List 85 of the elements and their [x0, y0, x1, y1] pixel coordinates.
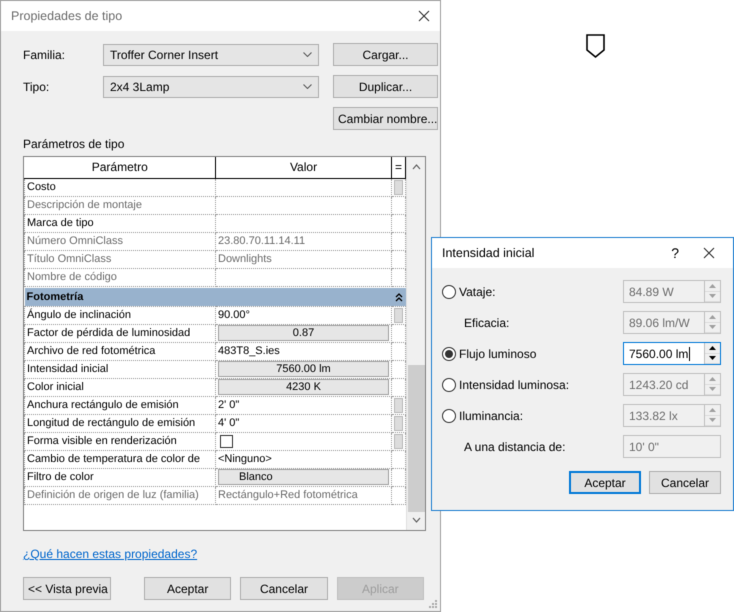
field-label: Tipo: [23, 78, 50, 96]
field-label: Intensidad luminosa: [459, 376, 570, 394]
help-button[interactable]: ? [671, 246, 679, 260]
down-arrow-icon [709, 387, 716, 392]
associate-parameter-button[interactable] [394, 180, 403, 194]
field-label: Flujo luminoso [459, 346, 536, 362]
caret-icon [303, 52, 312, 57]
value-cell: 23.80.70.11.14.11 [216, 232, 392, 250]
parameter-name: Ángulo de inclinación [24, 306, 216, 324]
parameter-name: Forma visible en renderización [24, 432, 216, 450]
resize-grip-icon[interactable] [428, 599, 438, 609]
parameter-name: Número OmniClass [24, 232, 216, 250]
scrollbar-thumb[interactable] [408, 365, 424, 512]
parameter-name: Intensidad inicial [24, 360, 216, 378]
value-button[interactable]: 4230 K [218, 379, 389, 395]
dropdown-field[interactable]: 2x4 3Lamp [103, 76, 319, 98]
field-label: Iluminancia: [459, 408, 524, 424]
side-button[interactable]: Duplicar... [333, 75, 438, 98]
value-cell: 90.00° [216, 306, 392, 324]
parameter-name: Descripción de montaje [24, 196, 216, 214]
dropdown-field[interactable]: Troffer Corner Insert [103, 44, 319, 66]
down-arrow-icon [709, 356, 716, 360]
parameter-name: Filtro de color [24, 468, 216, 486]
caret-icon [303, 84, 312, 89]
value-cell: Rectángulo+Red fotométrica [216, 486, 392, 504]
spin-up-button[interactable] [705, 343, 720, 354]
down-arrow-icon [709, 418, 716, 422]
column-header[interactable]: = [392, 157, 406, 178]
number-field[interactable]: 7560.00 lm [623, 342, 721, 365]
parameter-name: Cambio de temperatura de color de [24, 450, 216, 468]
value-cell: 2' 0" [216, 396, 392, 414]
parameter-name: Color inicial [24, 378, 216, 396]
up-arrow-icon [709, 284, 716, 288]
down-arrow-icon [709, 325, 716, 330]
up-arrow-icon [709, 314, 716, 319]
field-label: Vataje: [459, 284, 496, 300]
section-label: Parámetros de tipo [22, 136, 126, 153]
associate-parameter-button[interactable] [394, 416, 403, 430]
associate-parameter-button[interactable] [394, 308, 403, 322]
footer-button[interactable]: << Vista previa [23, 577, 111, 600]
value-button[interactable]: Blanco [218, 469, 389, 485]
field-label: Familia: [23, 46, 66, 64]
group-header[interactable]: Fotometría [24, 288, 392, 306]
column-header[interactable]: Parámetro [24, 157, 216, 178]
value-cell: Downlights [216, 250, 392, 268]
value-cell: 483T8_S.ies [216, 342, 392, 360]
parameter-name: Nombre de código [24, 268, 216, 286]
parameter-name: Título OmniClass [24, 250, 216, 268]
parameter-name: Marca de tipo [24, 214, 216, 232]
parameter-name: Costo [24, 178, 216, 196]
help-link[interactable]: ¿Qué hacen estas propiedades? [23, 547, 198, 561]
side-button[interactable]: Cargar... [333, 43, 438, 66]
close-icon[interactable] [418, 10, 430, 22]
side-button[interactable]: Cambiar nombre... [333, 107, 438, 130]
dialog-button[interactable]: Aceptar [569, 471, 641, 494]
window-title: Intensidad inicial [442, 244, 536, 262]
up-arrow-icon [709, 408, 716, 412]
parameter-name: Archivo de red fotométrica [24, 342, 216, 360]
window-title: Propiedades de tipo [11, 8, 122, 25]
scrollbar[interactable] [406, 157, 425, 530]
value-button[interactable]: 7560.00 lm [218, 361, 389, 377]
field-label: Eficacia: [464, 314, 510, 332]
value-cell: <Ninguno> [216, 450, 392, 468]
parameter-name: Factor de pérdida de luminosidad [24, 324, 216, 342]
dialog-button[interactable]: Cancelar [649, 471, 721, 494]
up-arrow-icon [709, 376, 716, 381]
radio-button[interactable] [442, 346, 456, 360]
associate-parameter-button[interactable] [394, 398, 403, 412]
column-header[interactable]: Valor [216, 157, 392, 178]
close-icon[interactable] [703, 247, 715, 259]
spin-down-button[interactable] [705, 354, 720, 364]
field-label: A una distancia de: [464, 438, 566, 456]
parameter-name: Definición de origen de luz (familia) [24, 486, 216, 504]
up-arrow-icon [709, 346, 716, 350]
tag-pointer-icon [585, 33, 607, 59]
footer-button[interactable]: Aceptar [144, 577, 232, 600]
value-button[interactable]: 0.87 [218, 325, 389, 341]
value-cell: 4' 0" [216, 414, 392, 432]
parameter-name: Longitud de rectángulo de emisión [24, 414, 216, 432]
down-arrow-icon [709, 294, 716, 298]
parameter-name: Anchura rectángulo de emisión [24, 396, 216, 414]
associate-parameter-button[interactable] [394, 434, 403, 448]
collapse-icon[interactable] [394, 292, 402, 302]
checkbox[interactable] [220, 434, 233, 448]
footer-button[interactable]: Cancelar [240, 577, 328, 600]
